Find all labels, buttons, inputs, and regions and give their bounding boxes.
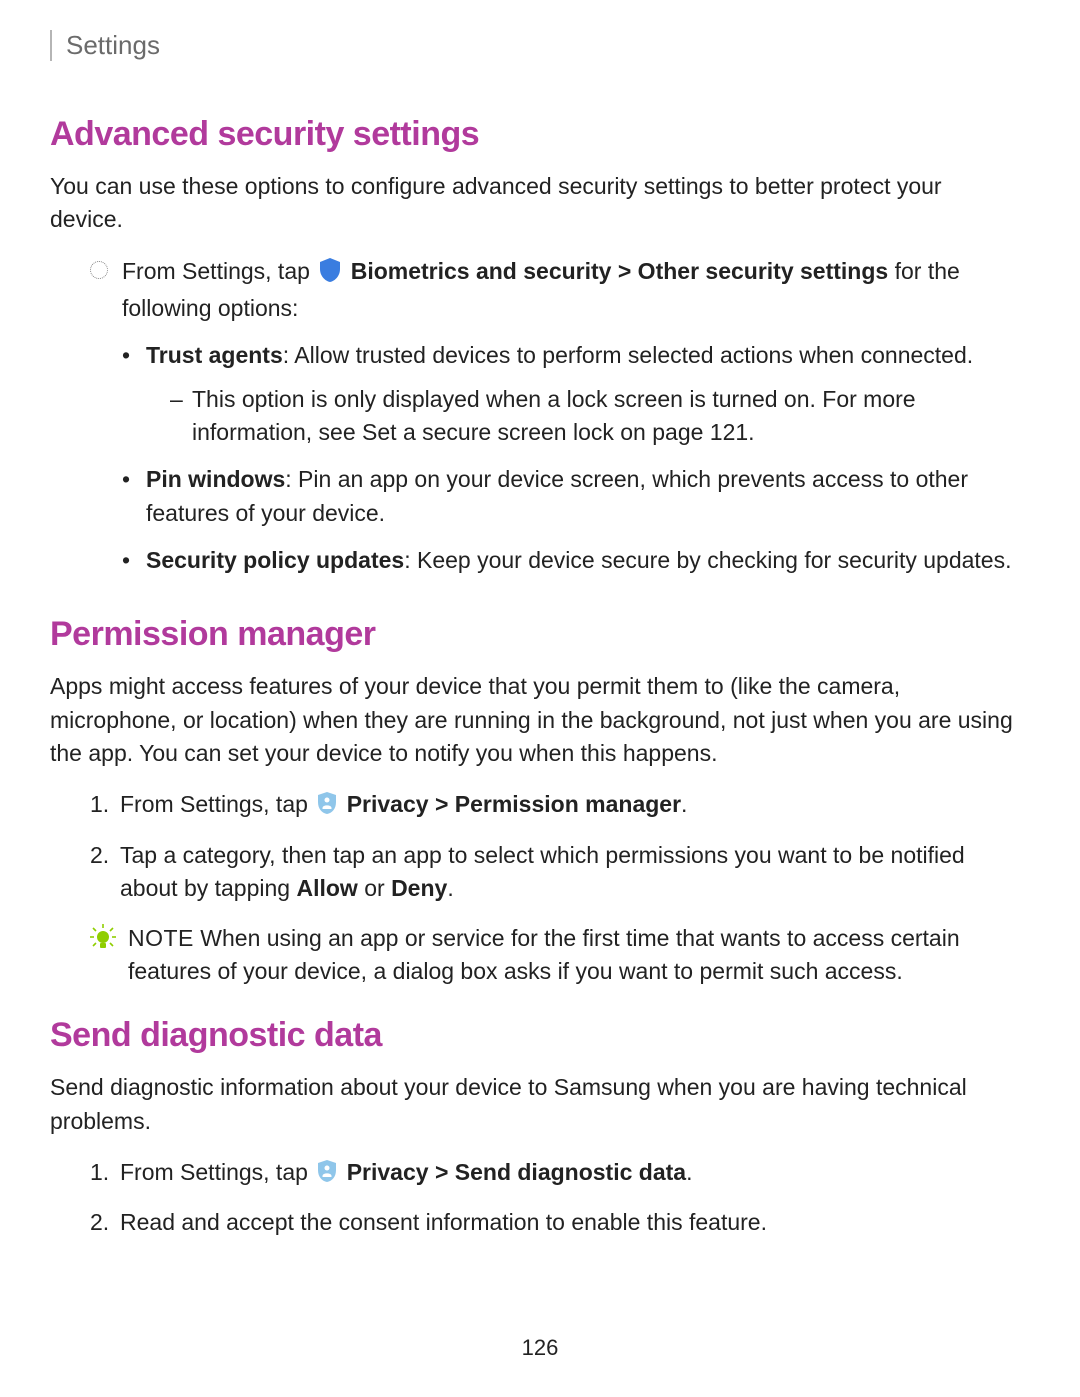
heading-permission-manager: Permission manager bbox=[50, 615, 1020, 654]
step-1-diagnostic: 1. From Settings, tap Privacy > Send dia… bbox=[90, 1156, 1020, 1192]
intro-permission-manager: Apps might access features of your devic… bbox=[50, 670, 1020, 770]
allow-label: Allow bbox=[296, 875, 357, 901]
bullet-label: Security policy updates bbox=[146, 547, 404, 573]
bullet-text: : Keep your device secure by checking fo… bbox=[404, 547, 1011, 573]
numbered-list-diagnostic: 1. From Settings, tap Privacy > Send dia… bbox=[50, 1156, 1020, 1240]
cross-ref-link[interactable]: Set a secure screen lock bbox=[362, 419, 614, 445]
step-bold-path: Biometrics and security > Other security… bbox=[351, 258, 889, 284]
step-2-permission: 2. Tap a category, then tap an app to se… bbox=[90, 839, 1020, 906]
or-text: or bbox=[358, 875, 391, 901]
step-text: From Settings, tap bbox=[122, 258, 316, 284]
step-text: From Settings, tap bbox=[120, 1159, 314, 1185]
intro-send-diagnostic: Send diagnostic information about your d… bbox=[50, 1071, 1020, 1138]
step-text: From Settings, tap bbox=[120, 791, 314, 817]
heading-advanced-security: Advanced security settings bbox=[50, 115, 1020, 154]
step-text: Tap a category, then tap an app to selec… bbox=[120, 842, 965, 901]
step-1-permission: 1. From Settings, tap Privacy > Permissi… bbox=[90, 788, 1020, 824]
step-text-post: . bbox=[447, 875, 453, 901]
note-block: NOTE When using an app or service for th… bbox=[50, 922, 1020, 989]
dash-text-post: on page 121. bbox=[614, 419, 755, 445]
number-marker: 1. bbox=[90, 1156, 109, 1189]
number-marker: 1. bbox=[90, 788, 109, 821]
step-text: Read and accept the consent information … bbox=[120, 1209, 767, 1235]
step-list-security: From Settings, tap Biometrics and securi… bbox=[50, 255, 1020, 592]
lightbulb-icon bbox=[90, 922, 128, 989]
note-label: NOTE bbox=[128, 925, 194, 951]
bullet-text: : Allow trusted devices to perform selec… bbox=[283, 342, 973, 368]
note-text: When using an app or service for the fir… bbox=[128, 925, 960, 984]
step-bold-path: Privacy > Send diagnostic data bbox=[347, 1159, 686, 1185]
step-bold-path: Privacy > Permission manager bbox=[347, 791, 681, 817]
page-number: 126 bbox=[0, 1335, 1080, 1361]
privacy-icon bbox=[316, 791, 338, 824]
intro-advanced-security: You can use these options to configure a… bbox=[50, 170, 1020, 237]
shield-icon bbox=[318, 257, 342, 292]
step-text-post: . bbox=[686, 1159, 692, 1185]
bullet-label: Pin windows bbox=[146, 466, 285, 492]
numbered-list-permission: 1. From Settings, tap Privacy > Permissi… bbox=[50, 788, 1020, 905]
step-2-diagnostic: 2. Read and accept the consent informati… bbox=[90, 1206, 1020, 1239]
bullet-label: Trust agents bbox=[146, 342, 283, 368]
bullet-trust-agents: Trust agents: Allow trusted devices to p… bbox=[122, 339, 1020, 449]
step-text-post: . bbox=[681, 791, 687, 817]
number-marker: 2. bbox=[90, 1206, 109, 1239]
header-title: Settings bbox=[66, 30, 1020, 61]
bullet-list-security: Trust agents: Allow trusted devices to p… bbox=[122, 339, 1020, 577]
privacy-icon bbox=[316, 1159, 338, 1192]
bullet-pin-windows: Pin windows: Pin an app on your device s… bbox=[122, 463, 1020, 530]
number-marker: 2. bbox=[90, 839, 109, 872]
dash-list: This option is only displayed when a loc… bbox=[146, 383, 1020, 450]
heading-send-diagnostic: Send diagnostic data bbox=[50, 1016, 1020, 1055]
page-header: Settings bbox=[50, 30, 1020, 61]
circle-bullet-icon bbox=[90, 261, 108, 279]
dash-lock-screen-note: This option is only displayed when a loc… bbox=[170, 383, 1020, 450]
deny-label: Deny bbox=[391, 875, 447, 901]
step-from-settings-security: From Settings, tap Biometrics and securi… bbox=[50, 255, 1020, 592]
bullet-security-policy: Security policy updates: Keep your devic… bbox=[122, 544, 1020, 577]
